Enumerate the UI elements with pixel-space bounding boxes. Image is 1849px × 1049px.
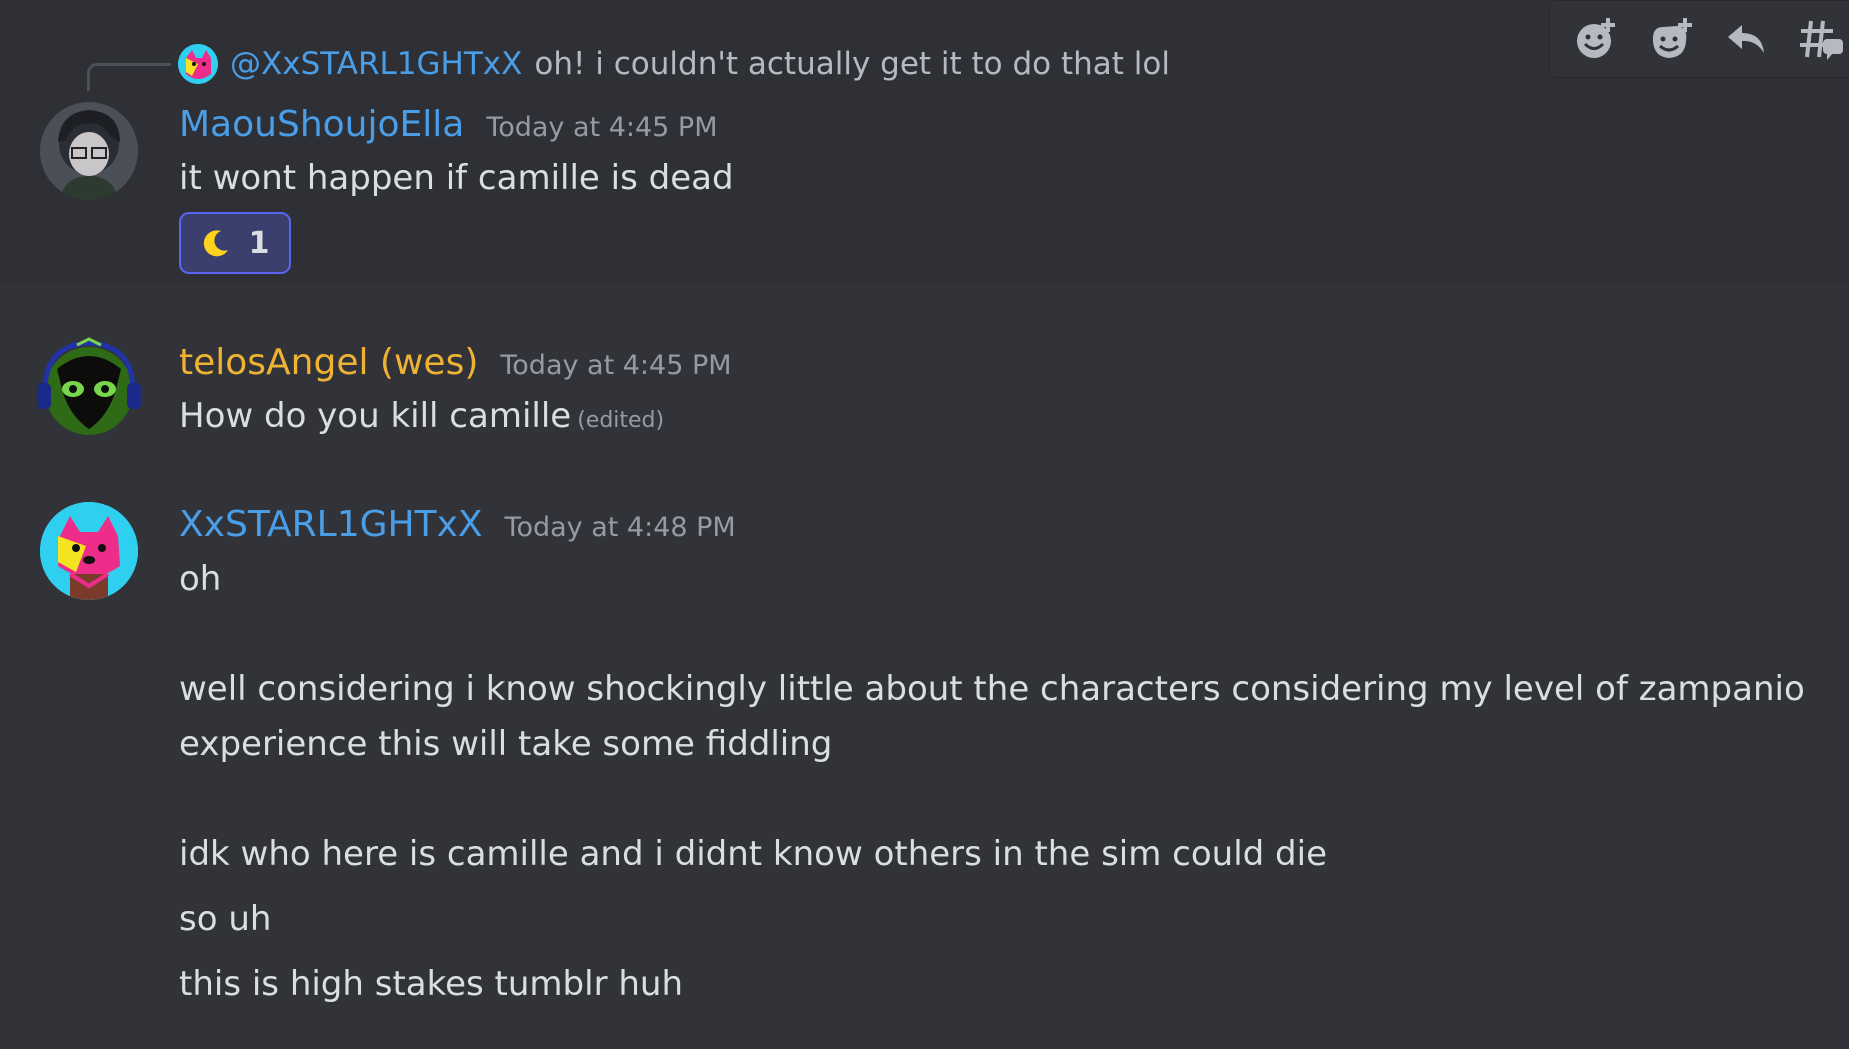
- message-text: idk who here is camille and i didnt know…: [179, 834, 1327, 874]
- reaction-count: 1: [248, 225, 270, 261]
- username[interactable]: XxSTARL1GHTxX: [179, 504, 483, 545]
- reply-avatar: [178, 44, 218, 84]
- message-text: oh: [179, 559, 222, 599]
- reply-reference[interactable]: @XxSTARL1GHTxX oh! i couldn't actually g…: [178, 44, 1170, 84]
- username[interactable]: telosAngel (wes): [179, 342, 478, 383]
- message-text: so uh: [179, 899, 272, 939]
- add-super-reaction-icon: [1652, 18, 1692, 58]
- create-thread-icon: [1799, 20, 1843, 60]
- message-text: experience this will take some fiddling: [179, 724, 833, 764]
- message-header: MaouShoujoElla Today at 4:45 PM: [179, 104, 718, 145]
- message-text: it wont happen if camille is dead: [179, 158, 734, 198]
- chat-messages: @XxSTARL1GHTxX oh! i couldn't actually g…: [0, 0, 1849, 1049]
- reply-mention[interactable]: @XxSTARL1GHTxX: [230, 46, 522, 82]
- message-text-content: How do you kill camille: [179, 396, 572, 436]
- avatar[interactable]: [40, 502, 138, 600]
- timestamp[interactable]: Today at 4:48 PM: [505, 512, 736, 543]
- add-reaction-icon: [1577, 18, 1616, 58]
- message-text: well considering i know shockingly littl…: [179, 669, 1805, 709]
- message-text: this is high stakes tumblr huh: [179, 964, 684, 1004]
- avatar[interactable]: [31, 333, 147, 449]
- reply-button[interactable]: [1709, 4, 1784, 74]
- reply-spine: [87, 63, 171, 91]
- add-reaction-button[interactable]: [1560, 4, 1635, 74]
- message-header: XxSTARL1GHTxX Today at 4:48 PM: [179, 504, 736, 545]
- message-header: telosAngel (wes) Today at 4:45 PM: [179, 342, 732, 383]
- timestamp[interactable]: Today at 4:45 PM: [500, 350, 731, 381]
- edited-label[interactable]: (edited): [577, 408, 664, 433]
- crescent-moon-icon: [203, 230, 228, 257]
- reply-icon: [1728, 25, 1765, 53]
- add-super-reaction-button[interactable]: [1635, 4, 1710, 74]
- username[interactable]: MaouShoujoElla: [179, 104, 464, 145]
- create-thread-button[interactable]: [1784, 4, 1849, 74]
- avatar[interactable]: [40, 102, 138, 200]
- reaction-button[interactable]: 1: [179, 212, 291, 274]
- timestamp[interactable]: Today at 4:45 PM: [486, 112, 717, 143]
- message-actions-toolbar: [1549, 0, 1849, 78]
- reply-preview-text[interactable]: oh! i couldn't actually get it to do tha…: [534, 46, 1170, 82]
- message-text: How do you kill camille (edited): [179, 396, 664, 436]
